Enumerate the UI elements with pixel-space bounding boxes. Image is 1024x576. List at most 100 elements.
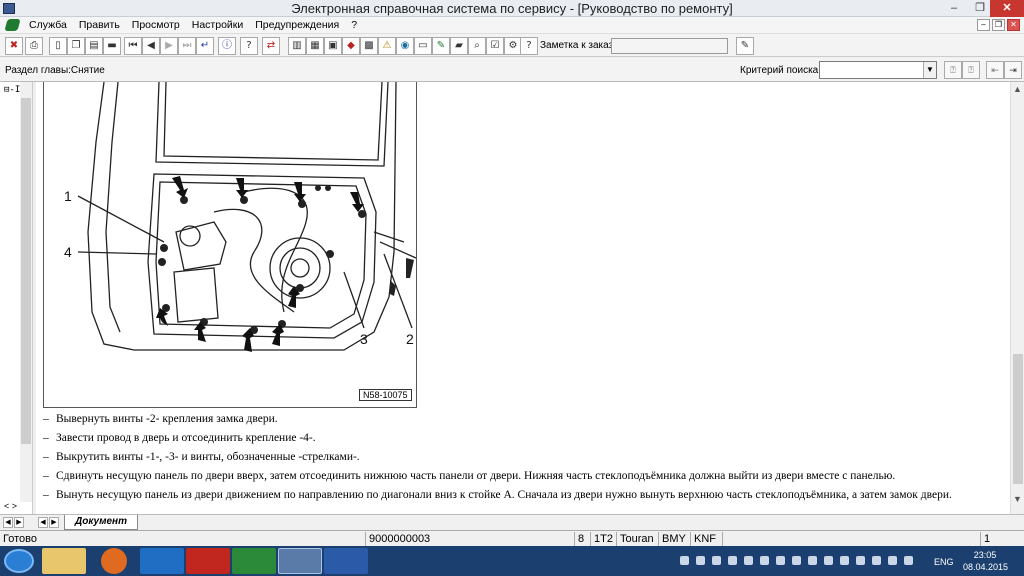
tab-first-icon[interactable]: ◀ [3, 517, 13, 528]
tab-scroll-right-icon[interactable]: ▶ [49, 517, 59, 528]
vehicle-icon[interactable]: ▰ [450, 37, 468, 55]
chapter-section-label: Раздел главы:Снятие [5, 65, 105, 76]
tray-app-icon[interactable] [744, 556, 753, 565]
last-page-icon[interactable]: ⏭ [178, 37, 196, 55]
scroll-thumb[interactable] [1013, 354, 1023, 484]
back-arrow-icon[interactable]: ↵ [196, 37, 214, 55]
battery-icon[interactable] [904, 556, 913, 565]
pen-icon[interactable]: ✎ [432, 37, 450, 55]
next-page-icon[interactable]: ▶ [160, 37, 178, 55]
info-icon[interactable]: ⓘ [218, 37, 236, 55]
close-button[interactable]: ✕ [990, 0, 1024, 17]
status-code: 9000000003 [365, 532, 570, 546]
warning-icon[interactable]: ⚠ [378, 37, 396, 55]
order-note-edit-icon[interactable]: ✎ [736, 37, 754, 55]
tray-app-icon[interactable] [872, 556, 881, 565]
elsa-icon[interactable] [232, 548, 276, 574]
tree-pane: ⊟-I < > [0, 82, 33, 514]
tray-app-icon[interactable] [728, 556, 737, 565]
search-doc-icon[interactable]: ⌕ [468, 37, 486, 55]
globe-icon[interactable]: ◉ [396, 37, 414, 55]
repair-icon[interactable]: ▣ [324, 37, 342, 55]
clipboard-icon[interactable]: ▤ [85, 37, 103, 55]
tree-scroll-arrows[interactable]: < > [4, 501, 17, 511]
tab-scroll-left-icon[interactable]: ◀ [38, 517, 48, 528]
clock[interactable]: 23:05 08.04.2015 [963, 549, 1008, 573]
callout-1: 1 [64, 188, 72, 204]
prev-page-icon[interactable]: ◀ [142, 37, 160, 55]
exit-icon[interactable]: ✖ [5, 37, 23, 55]
menu-help[interactable]: ? [345, 19, 363, 31]
copy-icon[interactable]: ❐ [67, 37, 85, 55]
minimize-button[interactable]: – [940, 0, 968, 17]
help-icon[interactable]: ? [240, 37, 258, 55]
mdi-close-button[interactable]: ✕ [1007, 19, 1020, 31]
tray-app-icon[interactable] [824, 556, 833, 565]
door-panel-figure: 1 4 3 2 N58-10075 [43, 82, 417, 408]
scroll-down-icon[interactable]: ▼ [1013, 494, 1022, 504]
scroll-up-icon[interactable]: ▲ [1013, 84, 1022, 94]
status-model-code: 1T2 [590, 532, 616, 546]
start-button[interactable] [4, 549, 34, 573]
search-back-icon[interactable]: ⍰ [944, 61, 962, 79]
volume-icon[interactable] [792, 556, 801, 565]
wiring-icon[interactable]: ▦ [306, 37, 324, 55]
search-forward-icon[interactable]: ⍰ [962, 61, 980, 79]
document-scrollbar[interactable]: ▲ ▼ [1010, 82, 1024, 514]
firefox-icon[interactable] [101, 548, 127, 574]
tray-app-icon[interactable] [760, 556, 769, 565]
status-number: 8 [574, 532, 590, 546]
flag-icon[interactable] [856, 556, 865, 565]
tray-app-icon[interactable] [712, 556, 721, 565]
menu-settings[interactable]: Настройки [186, 19, 250, 31]
stop-icon[interactable]: ◆ [342, 37, 360, 55]
menu-view[interactable]: Просмотр [126, 19, 186, 31]
tree-scroll-thumb[interactable] [21, 98, 31, 444]
print-icon[interactable]: ⎙ [25, 37, 43, 55]
language-indicator[interactable]: ENG [934, 557, 954, 567]
order-note-label: Заметка к заказу: [540, 40, 621, 51]
menu-warnings[interactable]: Предупреждения [249, 19, 345, 31]
tab-document[interactable]: Документ [64, 515, 138, 530]
tree-node-collapse[interactable]: ⊟-I [4, 85, 20, 95]
mdi-restore-button[interactable]: ❐ [992, 19, 1005, 31]
app-menu-icon[interactable] [4, 19, 21, 31]
status-ready: Готово [3, 533, 37, 545]
network-icon[interactable] [888, 556, 897, 565]
callout-3: 3 [360, 331, 368, 347]
order-note-field[interactable] [611, 38, 728, 54]
service-app-icon[interactable] [278, 548, 322, 574]
explorer-icon[interactable] [42, 548, 86, 574]
mail-icon[interactable] [696, 556, 705, 565]
checklist-icon[interactable]: ☑ [486, 37, 504, 55]
status-model: Touran [616, 532, 658, 546]
first-page-icon[interactable]: ⏮ [124, 37, 142, 55]
acrobat-icon[interactable] [186, 548, 230, 574]
tray-app-icon[interactable] [776, 556, 785, 565]
chevron-down-icon[interactable]: ▼ [923, 62, 936, 78]
search-prev-icon[interactable]: ⇤ [986, 61, 1004, 79]
table-icon[interactable]: ▩ [360, 37, 378, 55]
menu-edit[interactable]: Править [73, 19, 126, 31]
mdi-minimize-button[interactable]: – [977, 19, 990, 31]
swap-icon[interactable]: ⇄ [262, 37, 280, 55]
tab-prev-icon[interactable]: ▶ [14, 517, 24, 528]
lock-icon[interactable]: ▭ [414, 37, 432, 55]
car-icon[interactable]: ▬ [103, 37, 121, 55]
book-icon[interactable]: ▥ [288, 37, 306, 55]
tray-app-icon[interactable] [808, 556, 817, 565]
step-item: – Вынуть несущую панель из двери движение… [43, 489, 952, 501]
bluetooth-icon[interactable] [680, 556, 689, 565]
help-book-icon[interactable]: ? [520, 37, 538, 55]
search-criteria-select[interactable]: ▼ [819, 61, 937, 79]
new-document-icon[interactable]: ▯ [49, 37, 67, 55]
outlook-icon[interactable] [140, 548, 184, 574]
menu-bar: Служба Править Просмотр Настройки Предуп… [0, 17, 1024, 33]
procedure-steps: – Вывернуть винты -2- крепления замка две… [43, 413, 1008, 508]
step-item: – Вывернуть винты -2- крепления замка две… [43, 413, 278, 425]
menu-service[interactable]: Служба [23, 19, 73, 31]
search-next-icon[interactable]: ⇥ [1004, 61, 1022, 79]
taskbar: ENG 23:05 08.04.2015 [0, 546, 1024, 576]
word-icon[interactable] [324, 548, 368, 574]
tray-app-icon[interactable] [840, 556, 849, 565]
